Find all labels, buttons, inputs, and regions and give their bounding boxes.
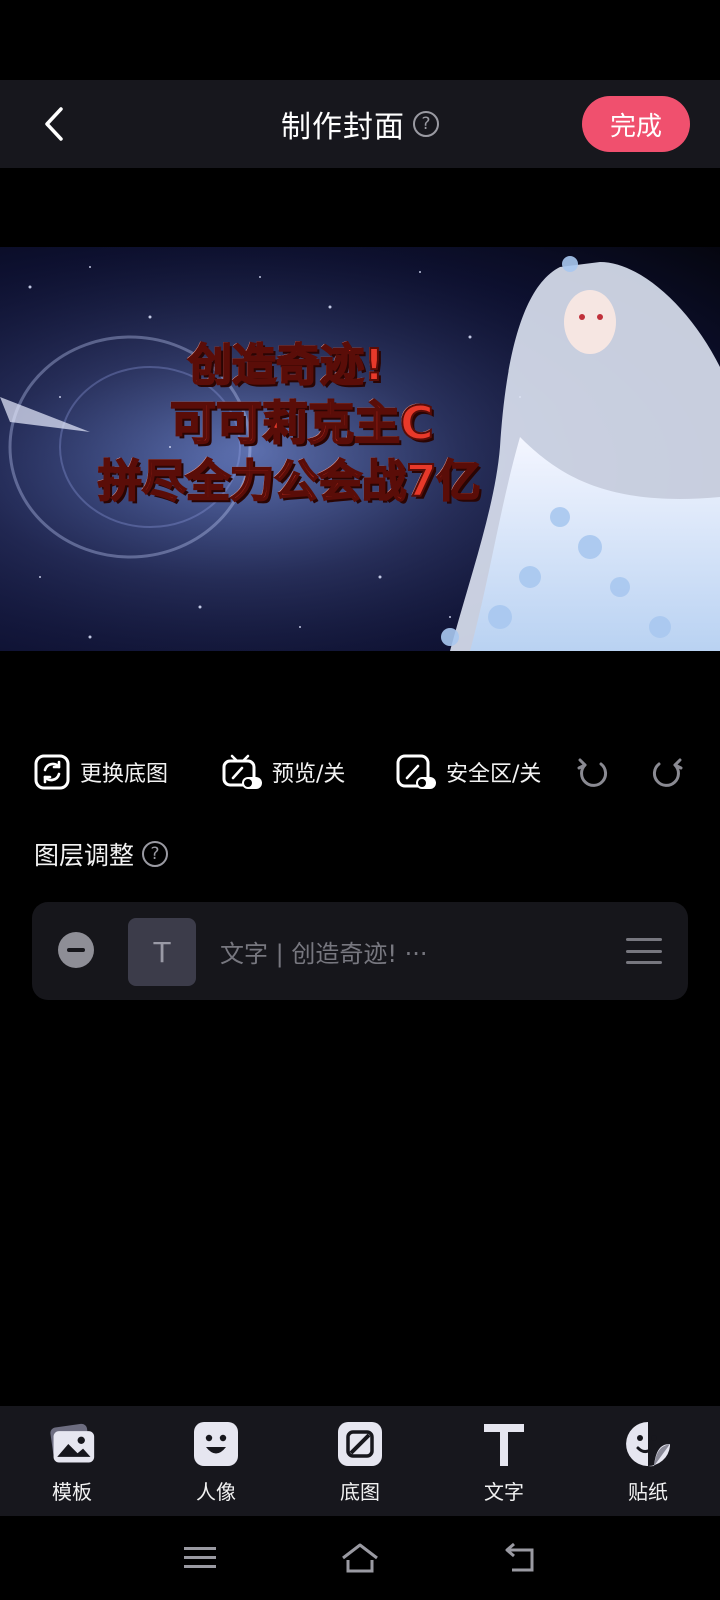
tab-template[interactable]: 模板	[22, 1420, 122, 1510]
page-title: 制作封面	[281, 110, 405, 145]
tab-sticker-label: 贴纸	[628, 1480, 668, 1504]
preview-toggle[interactable]: 预览/关	[222, 746, 345, 798]
cover-title-line-2: 可可莉克主C	[169, 395, 435, 451]
cover-title-line-1: 创造奇迹!	[187, 339, 385, 392]
template-icon	[50, 1423, 95, 1463]
bottom-tab-bar: 模板 人像 底图 文字 贴纸	[0, 1406, 720, 1516]
tv-toggle-icon	[222, 754, 262, 789]
home-icon	[342, 1543, 378, 1573]
replace-background-button[interactable]: 更换底图	[34, 746, 168, 798]
refresh-square-icon	[34, 754, 70, 790]
redo-button[interactable]	[650, 746, 686, 798]
sticker-icon	[626, 1422, 670, 1467]
tab-portrait-label: 人像	[196, 1480, 236, 1504]
layers-help-icon[interactable]: ?	[142, 841, 169, 867]
tab-portrait[interactable]: 人像	[166, 1420, 266, 1510]
redo-icon	[652, 758, 683, 787]
drag-handle-icon[interactable]	[626, 938, 662, 964]
cover-preview[interactable]: 创造奇迹! 可可莉克主C 拼尽全力公会战7亿	[0, 247, 720, 651]
undo-button[interactable]	[574, 746, 610, 798]
replace-background-label: 更换底图	[80, 762, 169, 787]
preview-label: 预览/关	[272, 762, 346, 787]
menu-button[interactable]	[178, 1536, 222, 1580]
portrait-icon	[194, 1422, 238, 1466]
chevron-left-icon	[45, 107, 63, 141]
tab-text-label: 文字	[484, 1480, 524, 1504]
layer-list: T 文字 | 创造奇迹! ···	[32, 902, 688, 1000]
top-bar: 制作封面 ? 完成	[0, 80, 720, 168]
tab-template-label: 模板	[52, 1480, 92, 1504]
tab-sticker[interactable]: 贴纸	[598, 1420, 698, 1510]
safe-zone-toggle[interactable]: 安全区/关	[396, 746, 541, 798]
layer-label[interactable]: 文字 | 创造奇迹! ···	[220, 930, 427, 972]
remove-layer-icon[interactable]	[58, 932, 94, 968]
tab-background[interactable]: 底图	[310, 1420, 410, 1510]
layers-title: 图层调整	[34, 841, 135, 870]
done-button[interactable]: 完成	[582, 96, 690, 152]
undo-icon	[577, 758, 608, 787]
back-arrow-icon	[505, 1542, 534, 1572]
status-bar	[0, 0, 720, 80]
tab-text[interactable]: 文字	[454, 1420, 554, 1510]
help-icon[interactable]: ?	[413, 111, 439, 137]
menu-icon	[184, 1547, 216, 1568]
safe-zone-label: 安全区/关	[446, 762, 542, 787]
layer-thumbnail[interactable]: T	[128, 918, 196, 986]
safe-zone-icon	[396, 754, 436, 789]
text-icon	[484, 1424, 524, 1466]
home-button[interactable]	[338, 1536, 382, 1580]
background-icon	[338, 1422, 382, 1466]
layers-section-header: 图层调整 ?	[34, 834, 169, 874]
edit-toolbar: 更换底图 预览/关 安全区/关	[0, 746, 720, 798]
system-nav-bar	[0, 1516, 720, 1600]
cover-text-layer[interactable]: 创造奇迹! 可可莉克主C 拼尽全力公会战7亿	[0, 247, 720, 651]
back-nav-button[interactable]	[498, 1536, 542, 1580]
cover-title-line-3: 拼尽全力公会战7亿	[97, 455, 482, 508]
tab-background-label: 底图	[340, 1480, 380, 1504]
back-button[interactable]	[32, 102, 76, 146]
